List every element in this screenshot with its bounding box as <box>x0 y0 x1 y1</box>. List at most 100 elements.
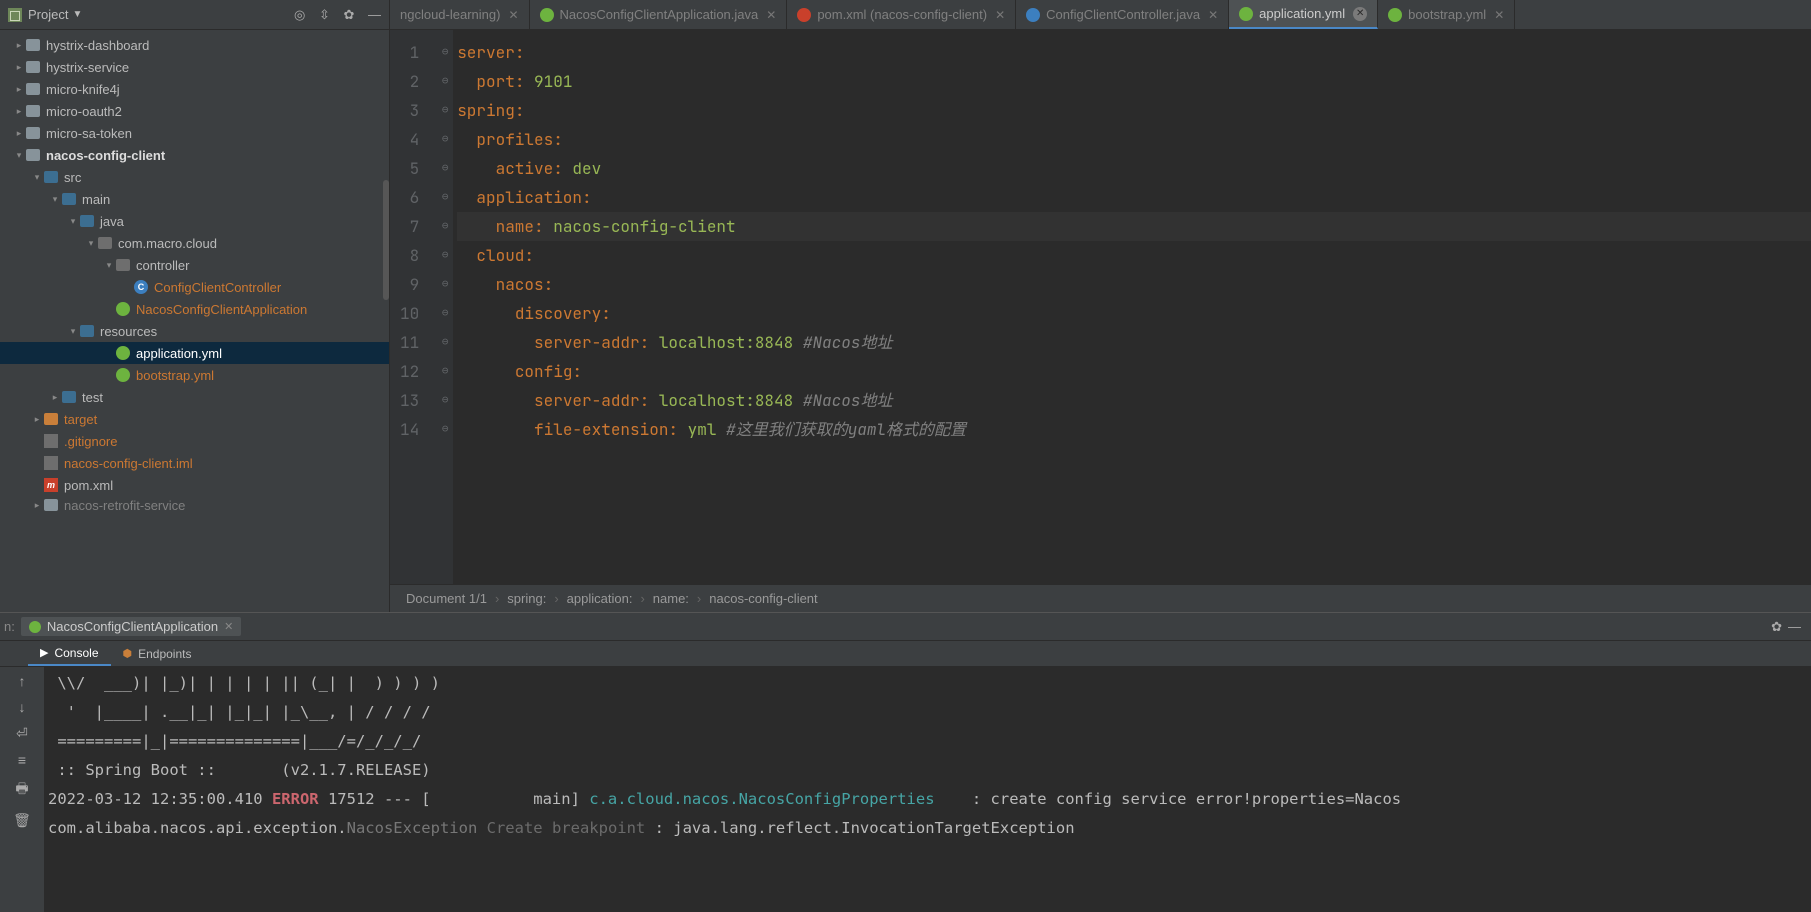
arrow-icon[interactable] <box>12 150 26 161</box>
tree-item[interactable]: micro-oauth2 <box>0 100 389 122</box>
editor-tab[interactable]: bootstrap.yml✕ <box>1378 0 1515 29</box>
project-tree[interactable]: hystrix-dashboardhystrix-servicemicro-kn… <box>0 30 390 612</box>
scrollbar[interactable] <box>383 180 389 300</box>
code-line[interactable]: port: 9101 <box>457 67 1811 96</box>
tree-item[interactable]: bootstrap.yml <box>0 364 389 386</box>
run-config-chip[interactable]: NacosConfigClientApplication ✕ <box>21 617 241 636</box>
gear-icon[interactable]: ✿ <box>1771 619 1782 635</box>
code-line[interactable]: nacos: <box>457 270 1811 299</box>
folder-icon <box>80 215 94 227</box>
arrow-icon[interactable] <box>102 260 116 271</box>
arrow-icon[interactable] <box>30 414 44 425</box>
code-line[interactable]: config: <box>457 357 1811 386</box>
close-icon[interactable]: ✕ <box>1353 7 1367 21</box>
close-icon[interactable]: ✕ <box>224 620 233 633</box>
arrow-icon[interactable] <box>48 392 62 403</box>
close-icon[interactable]: ✕ <box>766 8 776 22</box>
breadcrumb-item[interactable]: Document 1/1 <box>406 591 487 606</box>
tab-label: NacosConfigClientApplication.java <box>560 7 759 22</box>
tree-item[interactable]: hystrix-dashboard <box>0 34 389 56</box>
tree-item[interactable]: nacos-config-client.iml <box>0 452 389 474</box>
tree-item[interactable]: mpom.xml <box>0 474 389 496</box>
locate-icon[interactable]: ◎ <box>294 7 305 22</box>
editor-tab[interactable]: application.yml✕ <box>1229 0 1378 29</box>
code-area[interactable]: server: port: 9101spring: profiles: acti… <box>453 30 1811 584</box>
code-line[interactable]: file-extension: yml #这里我们获取的yaml格式的配置 <box>457 415 1811 444</box>
tree-item[interactable]: micro-knife4j <box>0 78 389 100</box>
arrow-icon[interactable] <box>30 172 44 183</box>
tree-label: nacos-config-client <box>46 148 165 163</box>
close-icon[interactable]: ✕ <box>1208 8 1218 22</box>
tree-item[interactable]: test <box>0 386 389 408</box>
tree-item[interactable]: java <box>0 210 389 232</box>
arrow-icon[interactable] <box>66 216 80 227</box>
tree-item[interactable]: target <box>0 408 389 430</box>
print-icon[interactable]: 🖶 <box>15 778 28 802</box>
breadcrumb-item[interactable]: application: <box>567 591 633 606</box>
tree-item[interactable]: src <box>0 166 389 188</box>
tab-console[interactable]: ▶Console <box>28 641 111 666</box>
code-line[interactable]: server-addr: localhost:8848 #Nacos地址 <box>457 386 1811 415</box>
editor-tab[interactable]: NacosConfigClientApplication.java ✕ <box>530 0 788 29</box>
tree-item[interactable]: micro-sa-token <box>0 122 389 144</box>
arrow-icon[interactable] <box>66 326 80 337</box>
arrow-icon[interactable] <box>12 40 26 51</box>
tree-item[interactable]: controller <box>0 254 389 276</box>
tree-item[interactable]: resources <box>0 320 389 342</box>
tree-item[interactable]: CConfigClientController <box>0 276 389 298</box>
file-icon <box>1239 7 1253 21</box>
close-icon[interactable]: ✕ <box>995 8 1005 22</box>
up-icon[interactable]: ↑ <box>19 673 26 689</box>
arrow-icon[interactable] <box>12 106 26 117</box>
breadcrumb-item[interactable]: name: <box>653 591 689 606</box>
arrow-icon[interactable] <box>12 62 26 73</box>
arrow-icon[interactable] <box>12 128 26 139</box>
tree-item[interactable]: com.macro.cloud <box>0 232 389 254</box>
project-tool-header[interactable]: Project ▼ ◎ ⇳ ✿ — <box>0 0 390 29</box>
fold-column[interactable]: ⊖⊖⊖⊖⊖⊖⊖⊖⊖⊖⊖⊖⊖⊖ <box>437 30 453 584</box>
arrow-icon[interactable] <box>12 84 26 95</box>
code-line[interactable]: spring: <box>457 96 1811 125</box>
arrow-icon[interactable] <box>84 238 98 249</box>
tree-item[interactable]: nacos-config-client <box>0 144 389 166</box>
editor-tab[interactable]: pom.xml (nacos-config-client)✕ <box>787 0 1016 29</box>
code-line[interactable]: profiles: <box>457 125 1811 154</box>
soft-wrap-icon[interactable]: ⏎ <box>16 725 28 742</box>
editor-tab[interactable]: ConfigClientController.java✕ <box>1016 0 1229 29</box>
code-line[interactable]: cloud: <box>457 241 1811 270</box>
code-line[interactable]: name: nacos-config-client <box>457 212 1811 241</box>
close-icon[interactable]: ✕ <box>1494 8 1504 22</box>
maven-icon: m <box>44 478 58 492</box>
arrow-icon[interactable] <box>48 194 62 205</box>
minimize-icon[interactable]: — <box>368 7 381 22</box>
tree-item[interactable]: hystrix-service <box>0 56 389 78</box>
breadcrumb-item[interactable]: spring: <box>507 591 546 606</box>
tab-endpoints[interactable]: ⬢Endpoints <box>111 641 204 666</box>
tree-item[interactable]: application.yml <box>0 342 389 364</box>
code-line[interactable]: active: dev <box>457 154 1811 183</box>
code-line[interactable]: application: <box>457 183 1811 212</box>
chevron-down-icon[interactable]: ▼ <box>72 9 82 20</box>
close-icon[interactable]: ✕ <box>508 8 518 22</box>
code-line[interactable]: discovery: <box>457 299 1811 328</box>
tree-item[interactable]: main <box>0 188 389 210</box>
minimize-icon[interactable]: — <box>1788 619 1801 634</box>
breadcrumb[interactable]: Document 1/1›spring:›application:›name:›… <box>390 584 1811 612</box>
tree-item[interactable]: .gitignore <box>0 430 389 452</box>
down-icon[interactable]: ↓ <box>19 699 26 715</box>
code-editor[interactable]: 1234567891011121314 ⊖⊖⊖⊖⊖⊖⊖⊖⊖⊖⊖⊖⊖⊖ serve… <box>390 30 1811 584</box>
spring-icon <box>116 368 130 382</box>
breadcrumb-item[interactable]: nacos-config-client <box>709 591 817 606</box>
editor-tab[interactable]: ngcloud-learning)✕ <box>390 0 530 29</box>
trash-icon[interactable]: 🗑 <box>13 812 31 829</box>
code-line[interactable]: server-addr: localhost:8848 #Nacos地址 <box>457 328 1811 357</box>
console-output[interactable]: \\/ ___)| |_)| | | | | || (_| | ) ) ) ) … <box>44 667 1811 912</box>
scroll-icon[interactable]: ≡ <box>18 752 26 768</box>
code-line[interactable]: server: <box>457 38 1811 67</box>
tree-item-cutoff[interactable]: nacos-retrofit-service <box>64 498 185 513</box>
settings-icon[interactable]: ✿ <box>343 7 354 22</box>
folder-icon <box>26 39 40 51</box>
expand-icon[interactable]: ⇳ <box>319 7 330 22</box>
folder-icon <box>44 413 58 425</box>
tree-item[interactable]: NacosConfigClientApplication <box>0 298 389 320</box>
